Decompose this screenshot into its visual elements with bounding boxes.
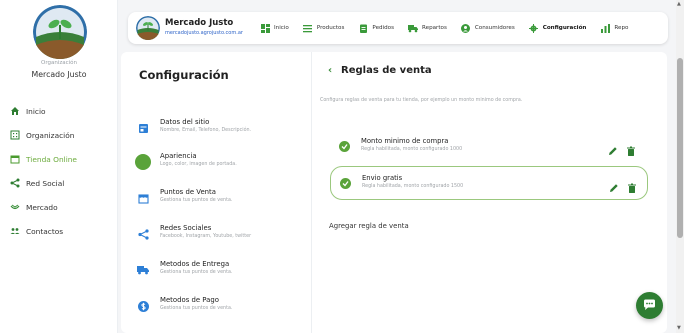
check-icon bbox=[339, 141, 350, 152]
truck-icon bbox=[408, 23, 418, 33]
contacts-icon bbox=[9, 226, 20, 237]
rule-subtitle: Regla habilitada, monto configurado 1500 bbox=[362, 184, 464, 189]
org-logo[interactable] bbox=[33, 5, 87, 59]
scroll-down-arrow-icon[interactable]: ▼ bbox=[677, 325, 681, 331]
topnav-label: Repo bbox=[614, 25, 629, 31]
gear-icon bbox=[529, 23, 539, 33]
sidebar-item-label: Organización bbox=[26, 130, 75, 140]
appearance-color-icon bbox=[135, 154, 151, 170]
dashboard-icon bbox=[260, 23, 270, 33]
topnav-label: Inicio bbox=[274, 25, 289, 31]
sidebar-item-organizacion[interactable]: Organización bbox=[9, 128, 74, 142]
brand-name: Mercado Justo bbox=[165, 18, 234, 28]
sidebar-item-red-social[interactable]: Red Social bbox=[9, 176, 64, 190]
topnav-item-productos[interactable]: Productos bbox=[303, 23, 345, 33]
add-rule-button[interactable]: Agregar regla de venta bbox=[329, 222, 409, 230]
sidebar-item-label: Tienda Online bbox=[26, 154, 77, 164]
truck-icon bbox=[135, 262, 151, 278]
rules-description: Configura reglas de venta para tu tienda… bbox=[320, 98, 523, 103]
topnav-item-configuracion[interactable]: Configuración bbox=[529, 23, 587, 33]
market-icon bbox=[9, 202, 20, 213]
org-caption: Organización bbox=[40, 60, 78, 66]
sidebar-item-label: Red Social bbox=[26, 178, 65, 188]
config-menu: Configuración Datos del sitio Nombre, Em… bbox=[121, 52, 312, 333]
home-icon bbox=[9, 106, 20, 117]
scrollbar-thumb[interactable] bbox=[677, 58, 683, 238]
config-item-subtitle: Facebook, Instagram, Youtube, twitter bbox=[160, 234, 252, 239]
rules-title: Reglas de venta bbox=[341, 65, 432, 76]
sidebar-item-contactos[interactable]: Contactos bbox=[9, 224, 63, 238]
topnav-item-inicio[interactable]: Inicio bbox=[260, 23, 289, 33]
config-item-title: Metodos de Entrega bbox=[160, 260, 230, 268]
config-item-apariencia[interactable]: Apariencia Logo, color, imagen de portad… bbox=[135, 150, 305, 174]
pencil-icon[interactable] bbox=[609, 178, 620, 192]
sidebar-item-mercado[interactable]: Mercado bbox=[9, 200, 58, 214]
topnav-label: Pedidos bbox=[372, 25, 394, 31]
sidebar-item-inicio[interactable]: Inicio bbox=[9, 104, 46, 118]
clipboard-icon bbox=[358, 23, 368, 33]
chat-bubble-icon bbox=[643, 296, 656, 315]
config-item-subtitle: Gestiona tus puntos de venta. bbox=[160, 270, 233, 275]
sidebar-item-label: Inicio bbox=[26, 106, 46, 116]
bar-chart-icon bbox=[600, 23, 610, 33]
topnav-label: Configuración bbox=[542, 25, 587, 31]
check-icon bbox=[340, 178, 351, 189]
config-item-subtitle: Gestiona tus puntos de venta. bbox=[160, 306, 233, 311]
building-icon bbox=[9, 130, 20, 141]
topnav-item-repo[interactable]: Repo bbox=[600, 23, 628, 33]
chat-button[interactable] bbox=[636, 292, 663, 319]
trash-icon[interactable] bbox=[626, 141, 637, 156]
topnav-label: Repartos bbox=[422, 25, 447, 31]
share-icon bbox=[9, 178, 20, 189]
config-title: Configuración bbox=[139, 68, 229, 82]
sidebar-item-label: Contactos bbox=[26, 226, 64, 236]
top-nav: Inicio Productos Pedidos Repartos Consum… bbox=[260, 12, 642, 44]
brand-url[interactable]: mercadojusto.agrojusto.com.ar bbox=[165, 30, 243, 36]
scroll-up-arrow-icon[interactable]: ▲ bbox=[677, 1, 681, 7]
topnav-item-consumidores[interactable]: Consumidores bbox=[461, 23, 515, 33]
site-data-icon bbox=[135, 120, 151, 136]
config-item-title: Puntos de Venta bbox=[160, 188, 216, 196]
config-item-puntos-venta[interactable]: Puntos de Venta Gestiona tus puntos de v… bbox=[135, 186, 305, 210]
topnav-item-pedidos[interactable]: Pedidos bbox=[358, 23, 394, 33]
share-icon bbox=[135, 226, 151, 242]
topnav-label: Consumidores bbox=[474, 25, 515, 31]
topnav-label: Productos bbox=[316, 25, 345, 31]
config-item-title: Metodos de Pago bbox=[160, 296, 219, 304]
config-item-subtitle: Gestiona tus puntos de venta. bbox=[160, 198, 233, 203]
trash-icon[interactable] bbox=[627, 178, 638, 193]
rules-panel: ‹ Reglas de venta Configura reglas de ve… bbox=[320, 52, 665, 333]
rule-name: Envio gratis bbox=[362, 174, 403, 182]
storefront-icon bbox=[135, 190, 151, 206]
rule-name: Monto minimo de compra bbox=[361, 137, 449, 145]
config-item-metodos-entrega[interactable]: Metodos de Entrega Gestiona tus puntos d… bbox=[135, 258, 305, 282]
pencil-icon[interactable] bbox=[608, 141, 619, 155]
config-item-subtitle: Logo, color, imagen de portada. bbox=[160, 162, 237, 167]
config-item-redes-sociales[interactable]: Redes Sociales Facebook, Instagram, Yout… bbox=[135, 222, 305, 246]
rule-subtitle: Regla habilitada, monto configurado 1000 bbox=[361, 147, 463, 152]
dollar-icon bbox=[135, 298, 151, 314]
list-icon bbox=[303, 23, 313, 33]
brand-logo[interactable] bbox=[136, 16, 160, 40]
rule-item-envio-gratis[interactable]: Envio gratis Regla habilitada, monto con… bbox=[330, 166, 648, 200]
rule-item-monto-minimo[interactable]: Monto minimo de compra Regla habilitada,… bbox=[330, 130, 648, 164]
user-circle-icon bbox=[461, 23, 471, 33]
topnav-item-repartos[interactable]: Repartos bbox=[408, 23, 447, 33]
main-card: Configuración Datos del sitio Nombre, Em… bbox=[121, 52, 667, 333]
sidebar: Organización Mercado Justo Inicio Organi… bbox=[0, 0, 118, 333]
config-item-title: Datos del sitio bbox=[160, 118, 210, 126]
config-item-subtitle: Nombre, Email, Telefono, Descripción. bbox=[160, 128, 252, 133]
sidebar-item-label: Mercado bbox=[26, 202, 58, 212]
config-item-title: Redes Sociales bbox=[160, 224, 212, 232]
sidebar-item-tienda-online[interactable]: Tienda Online bbox=[9, 152, 77, 166]
store-icon bbox=[9, 154, 20, 165]
top-bar: Mercado Justo mercadojusto.agrojusto.com… bbox=[128, 12, 668, 44]
back-button[interactable]: ‹ bbox=[328, 65, 332, 76]
config-item-title: Apariencia bbox=[160, 152, 197, 160]
config-item-datos-sitio[interactable]: Datos del sitio Nombre, Email, Telefono,… bbox=[135, 116, 305, 140]
config-item-metodos-pago[interactable]: Metodos de Pago Gestiona tus puntos de v… bbox=[135, 294, 305, 318]
org-name: Mercado Justo bbox=[31, 70, 87, 79]
